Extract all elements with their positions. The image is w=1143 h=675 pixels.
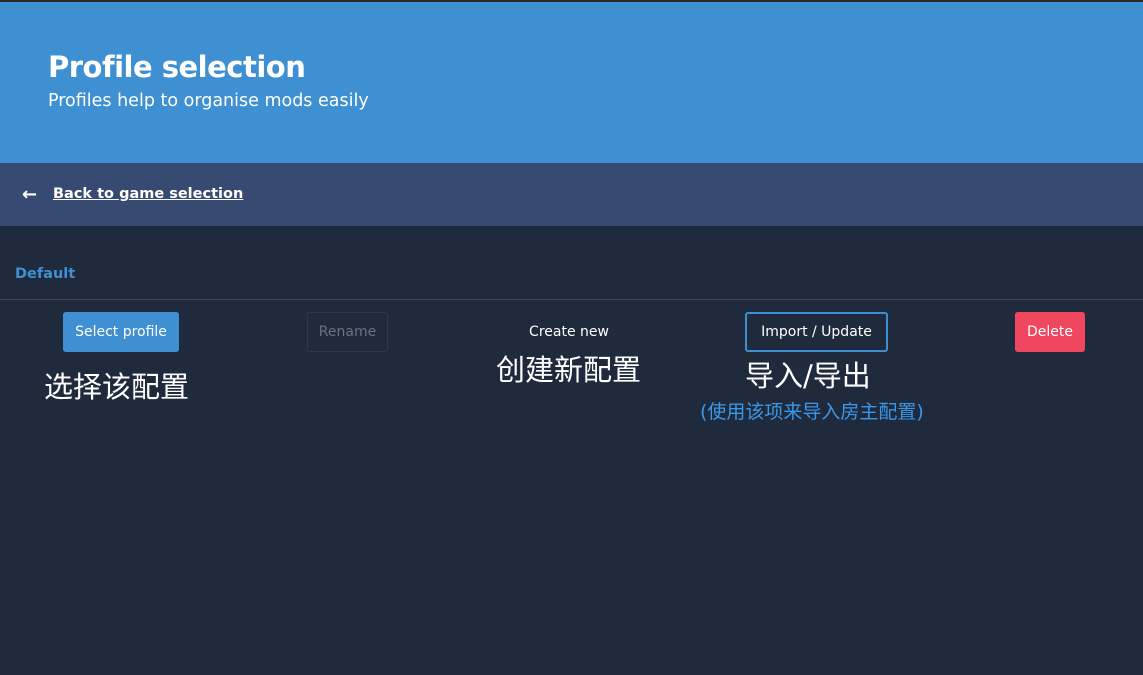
divider xyxy=(0,299,1143,300)
select-annotation: 选择该配置 xyxy=(44,370,190,404)
import-detail-annotation: (使用该项来导入房主配置) xyxy=(700,401,924,423)
arrow-left-icon[interactable]: ← xyxy=(22,182,37,208)
page-title: Profile selection xyxy=(48,50,306,84)
rename-button[interactable]: Rename xyxy=(307,312,388,352)
import-update-button[interactable]: Import / Update xyxy=(745,312,888,352)
create-annotation: 创建新配置 xyxy=(496,353,642,387)
create-new-button[interactable]: Create new xyxy=(514,312,624,352)
import-annotation: 导入/导出 xyxy=(745,359,871,393)
select-profile-button[interactable]: Select profile xyxy=(63,312,179,352)
profile-name[interactable]: Default xyxy=(15,266,75,282)
delete-button[interactable]: Delete xyxy=(1015,312,1085,352)
back-to-game-selection-link[interactable]: Back to game selection xyxy=(53,186,243,202)
page-subtitle: Profiles help to organise mods easily xyxy=(48,91,369,111)
